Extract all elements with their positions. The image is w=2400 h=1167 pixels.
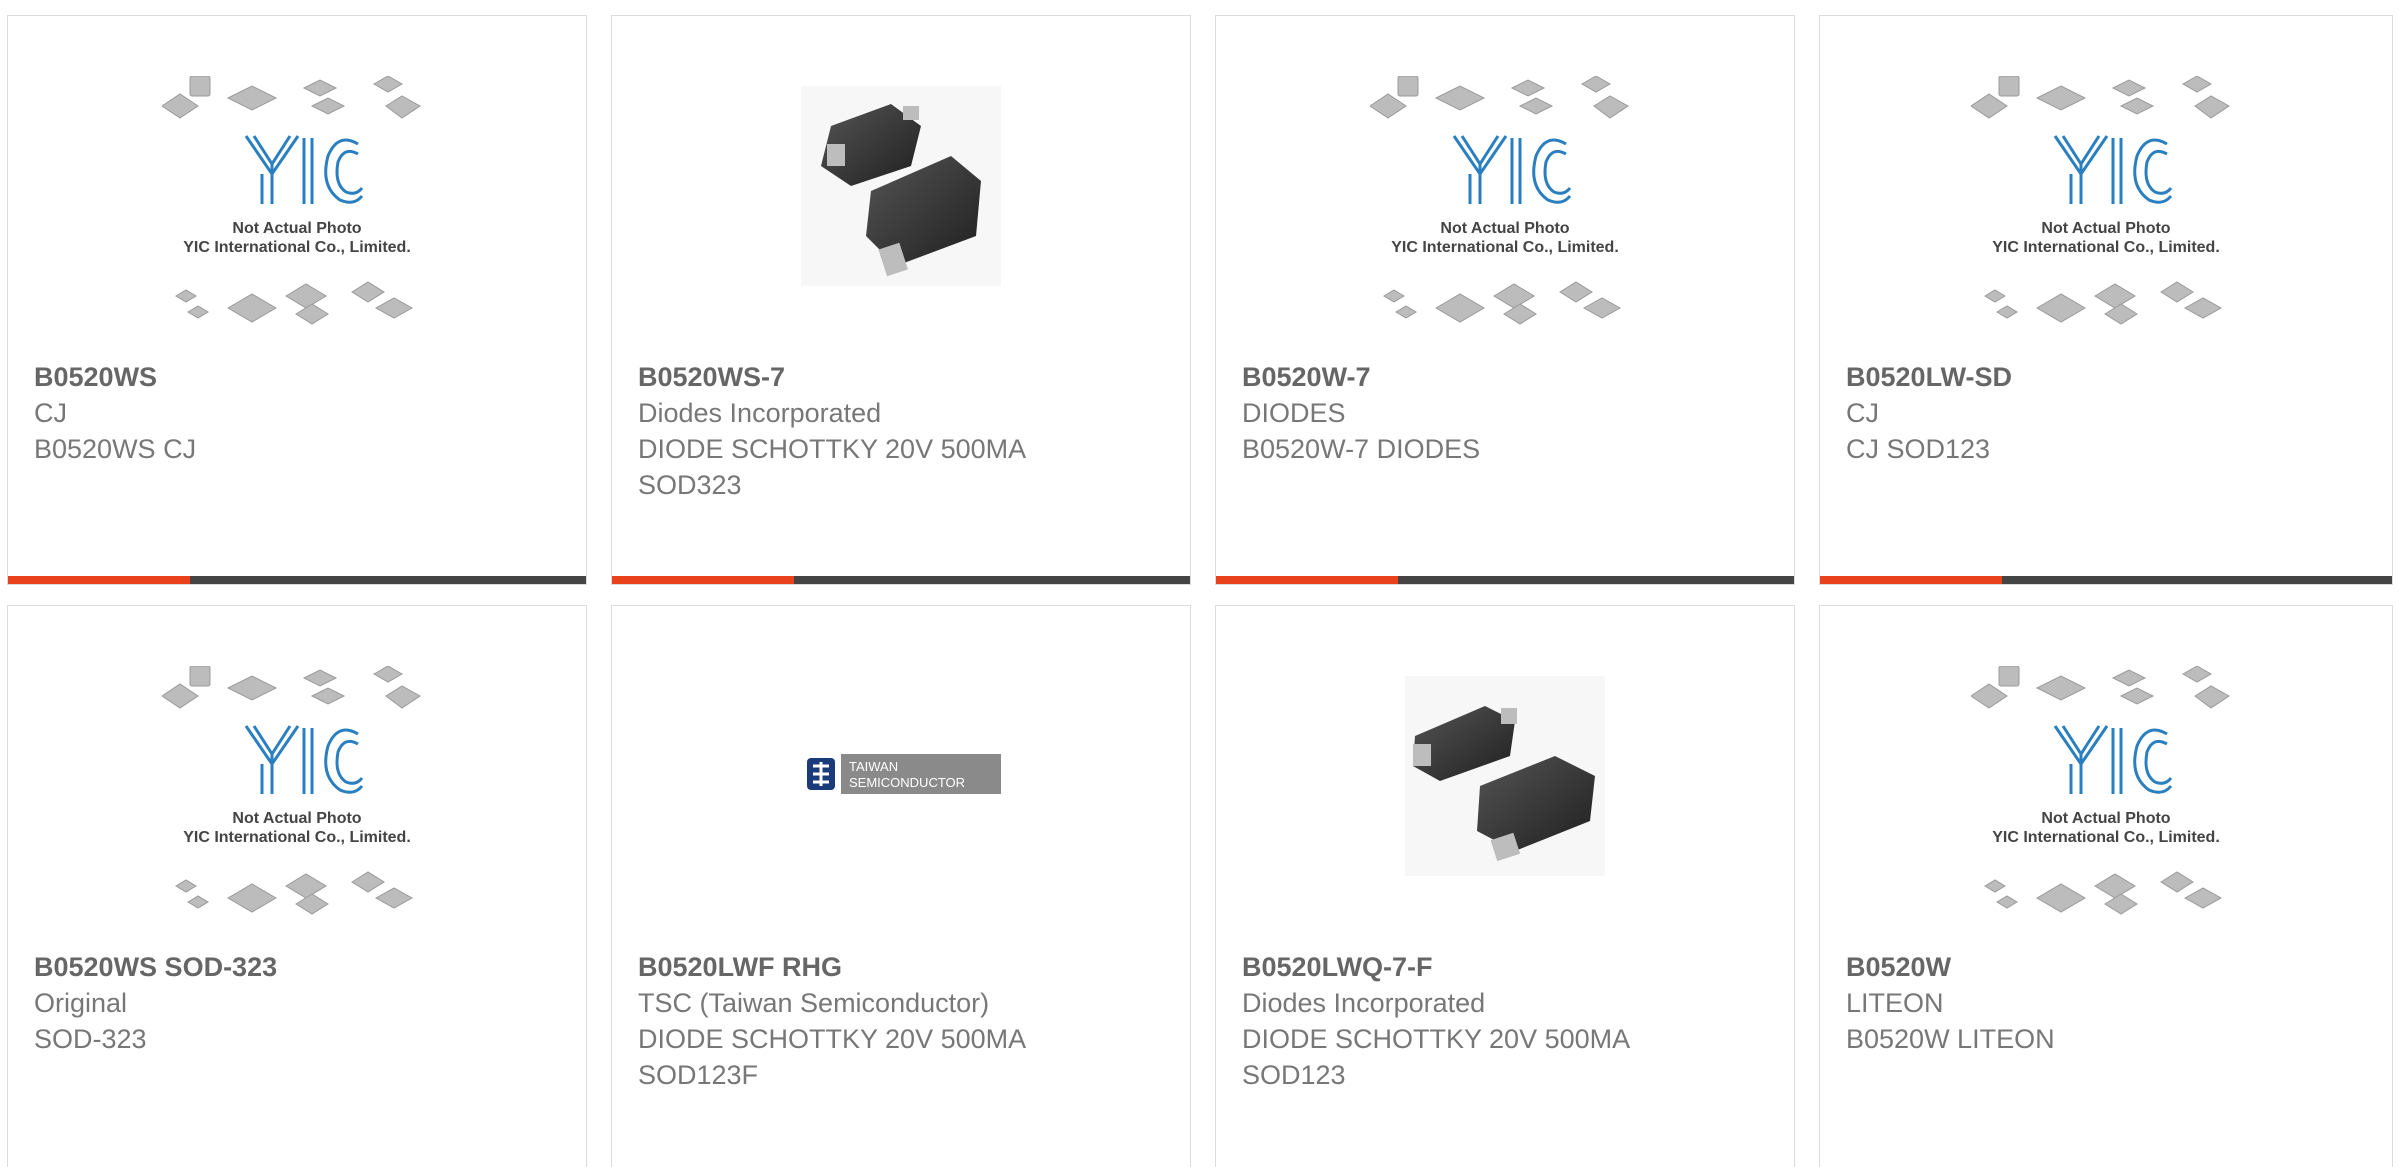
svg-text:YIC International Co., Limited: YIC International Co., Limited. bbox=[1992, 829, 2220, 846]
product-card[interactable]: Not Actual Photo YIC International Co., … bbox=[7, 15, 587, 585]
product-card[interactable]: B0520WS-7 Diodes Incorporated DIODE SCHO… bbox=[611, 15, 1191, 585]
yic-placeholder-image: Not Actual Photo YIC International Co., … bbox=[8, 76, 586, 361]
svg-text:Not Actual Photo: Not Actual Photo bbox=[232, 220, 361, 237]
card-bottom-bar bbox=[8, 576, 586, 584]
card-bottom-bar bbox=[612, 576, 1190, 584]
manufacturer: CJ bbox=[34, 398, 67, 428]
part-number[interactable]: B0520W bbox=[1846, 949, 2372, 985]
part-number[interactable]: B0520W-7 bbox=[1242, 359, 1774, 395]
card-bottom-bar bbox=[1216, 576, 1794, 584]
description: B0520W LITEON bbox=[1846, 1024, 2055, 1054]
part-number[interactable]: B0520LWQ-7-F bbox=[1242, 949, 1774, 985]
yic-placeholder-image: Not Actual Photo YIC International Co., … bbox=[8, 666, 586, 951]
manufacturer: CJ bbox=[1846, 398, 1879, 428]
description: DIODE SCHOTTKY 20V 500MA bbox=[1242, 1024, 1631, 1054]
svg-text:TAIWAN: TAIWAN bbox=[849, 759, 898, 774]
svg-text:Not Actual Photo: Not Actual Photo bbox=[232, 810, 361, 827]
card-bottom-bar bbox=[1820, 576, 2392, 584]
description: CJ SOD123 bbox=[1846, 434, 1991, 464]
svg-text:SEMICONDUCTOR: SEMICONDUCTOR bbox=[849, 775, 965, 790]
svg-text:YIC International Co., Limited: YIC International Co., Limited. bbox=[1992, 239, 2220, 256]
description: SOD-323 bbox=[34, 1024, 147, 1054]
part-number[interactable]: B0520LW-SD bbox=[1846, 359, 2372, 395]
manufacturer: Original bbox=[34, 988, 128, 1018]
diode-photo bbox=[1216, 676, 1794, 961]
svg-text:YIC International Co., Limited: YIC International Co., Limited. bbox=[183, 829, 411, 846]
product-card[interactable]: Not Actual Photo YIC International Co., … bbox=[1819, 605, 2393, 1167]
part-number[interactable]: B0520LWF RHG bbox=[638, 949, 1170, 985]
product-card[interactable]: B0520LWQ-7-F Diodes Incorporated DIODE S… bbox=[1215, 605, 1795, 1167]
manufacturer: Diodes Incorporated bbox=[1242, 988, 1486, 1018]
manufacturer: DIODES bbox=[1242, 398, 1346, 428]
product-card[interactable]: Not Actual Photo YIC International Co., … bbox=[7, 605, 587, 1167]
description: DIODE SCHOTTKY 20V 500MA bbox=[638, 1024, 1027, 1054]
part-number[interactable]: B0520WS bbox=[34, 359, 566, 395]
yic-placeholder-image: Not Actual Photo YIC International Co., … bbox=[1820, 76, 2392, 361]
svg-text:Not Actual Photo: Not Actual Photo bbox=[2041, 220, 2170, 237]
svg-text:YIC International Co., Limited: YIC International Co., Limited. bbox=[1391, 239, 1619, 256]
description: B0520W-7 DIODES bbox=[1242, 434, 1481, 464]
description: B0520WS CJ bbox=[34, 434, 197, 464]
manufacturer: Diodes Incorporated bbox=[638, 398, 882, 428]
diode-photo bbox=[612, 86, 1190, 371]
svg-text:Not Actual Photo: Not Actual Photo bbox=[1440, 220, 1569, 237]
product-card[interactable]: Not Actual Photo YIC International Co., … bbox=[1215, 15, 1795, 585]
part-number[interactable]: B0520WS SOD-323 bbox=[34, 949, 566, 985]
yic-placeholder-image: Not Actual Photo YIC International Co., … bbox=[1216, 76, 1794, 361]
package: SOD123F bbox=[638, 1060, 759, 1090]
product-grid: Not Actual Photo YIC International Co., … bbox=[0, 0, 2400, 1167]
manufacturer: LITEON bbox=[1846, 988, 1944, 1018]
svg-text:Not Actual Photo: Not Actual Photo bbox=[2041, 810, 2170, 827]
yic-placeholder-image: Not Actual Photo YIC International Co., … bbox=[1820, 666, 2392, 951]
manufacturer: TSC (Taiwan Semiconductor) bbox=[638, 988, 990, 1018]
package: SOD323 bbox=[638, 470, 742, 500]
product-card[interactable]: TAIWAN SEMICONDUCTOR B0520LWF RHG TSC (T… bbox=[611, 605, 1191, 1167]
description: DIODE SCHOTTKY 20V 500MA bbox=[638, 434, 1027, 464]
part-number[interactable]: B0520WS-7 bbox=[638, 359, 1170, 395]
product-card[interactable]: Not Actual Photo YIC International Co., … bbox=[1819, 15, 2393, 585]
svg-text:YIC International Co., Limited: YIC International Co., Limited. bbox=[183, 239, 411, 256]
package: SOD123 bbox=[1242, 1060, 1346, 1090]
